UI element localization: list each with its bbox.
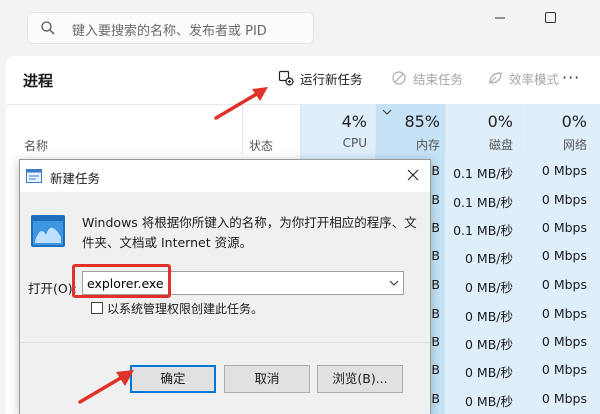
disk-cell: 0 MB/秒 (465, 251, 513, 266)
column-header-status[interactable]: 状态 (249, 137, 273, 154)
ok-button[interactable]: 确定 (130, 365, 216, 393)
disk-percent[interactable]: 0% (445, 112, 513, 131)
column-header-network[interactable]: 网络 (520, 136, 587, 153)
open-label: 打开(O): (28, 281, 77, 296)
run-new-task-label: 运行新任务 (300, 71, 363, 87)
end-task-button[interactable]: 结束任务 (391, 68, 463, 88)
annotation-arrow-icon (214, 87, 268, 120)
efficiency-mode-label: 效率模式 (509, 71, 560, 87)
dialog-title: 新建任务 (50, 171, 101, 186)
network-cell: 0 Mbps (541, 277, 587, 292)
run-new-task-button[interactable]: 运行新任务 (278, 68, 363, 88)
column-header-name[interactable]: 名称 (24, 137, 48, 154)
efficiency-mode-button[interactable]: 效率模式 (487, 68, 559, 88)
network-cell: 0 Mbps (541, 192, 587, 207)
dialog-description: Windows 将根据你所键入的名称，为你打开相应的程序、文件夹、文档或 Int… (82, 215, 417, 250)
maximize-icon[interactable] (536, 8, 564, 28)
leaf-icon (489, 72, 502, 84)
search-placeholder: 键入要搜索的名称、发布者或 PID (72, 24, 267, 39)
disk-cell: 0 MB/秒 (465, 280, 513, 295)
disk-cell: 0.1 MB/秒 (453, 166, 513, 181)
end-task-label: 结束任务 (413, 71, 464, 87)
network-cell: 0 Mbps (541, 248, 587, 263)
search-icon (40, 20, 56, 36)
cpu-percent[interactable]: 4% (300, 112, 367, 131)
disk-cell: 0 MB/秒 (465, 337, 513, 352)
run-program-icon (31, 215, 65, 247)
chevron-down-icon[interactable] (389, 278, 399, 288)
admin-checkbox[interactable] (91, 302, 103, 314)
annotation-arrow-icon (78, 370, 134, 404)
run-dialog-icon (26, 169, 42, 183)
admin-checkbox-label: 以系统管理权限创建此任务。 (107, 302, 264, 316)
column-header-disk[interactable]: 磁盘 (445, 136, 513, 153)
disk-cell: 0 MB/秒 (465, 365, 513, 380)
minimize-icon[interactable] (486, 8, 514, 28)
annotation-highlight-box (72, 264, 171, 298)
page-title: 进程 (23, 72, 54, 90)
run-task-icon (278, 70, 294, 86)
cancel-button[interactable]: 取消 (224, 365, 310, 393)
window-titlebar: 键入要搜索的名称、发布者或 PID (0, 0, 600, 52)
memory-percent[interactable]: 85% (375, 112, 440, 131)
browse-button[interactable]: 浏览(B)... (317, 365, 403, 393)
network-cell: 0 Mbps (541, 163, 587, 178)
network-percent[interactable]: 0% (520, 112, 587, 131)
disk-cell: 0.1 MB/秒 (453, 195, 513, 210)
disk-cell: 0.1 MB/秒 (453, 223, 513, 238)
network-cell: 0 Mbps (541, 220, 587, 235)
search-box[interactable]: 键入要搜索的名称、发布者或 PID (27, 12, 314, 44)
more-options-icon[interactable]: ··· (562, 68, 580, 87)
network-cell: 0 Mbps (541, 334, 587, 349)
block-icon (392, 71, 406, 85)
network-cell: 0 Mbps (541, 391, 587, 406)
close-icon[interactable] (406, 168, 420, 182)
disk-cell: 0 MB/秒 (465, 394, 513, 409)
column-header-cpu[interactable]: CPU (300, 136, 367, 150)
dialog-titlebar: 新建任务 (20, 160, 430, 192)
disk-cell: 0 MB/秒 (465, 309, 513, 324)
column-header-memory[interactable]: 内存 (375, 136, 440, 153)
network-cell: 0 Mbps (541, 362, 587, 377)
network-cell: 0 Mbps (541, 306, 587, 321)
